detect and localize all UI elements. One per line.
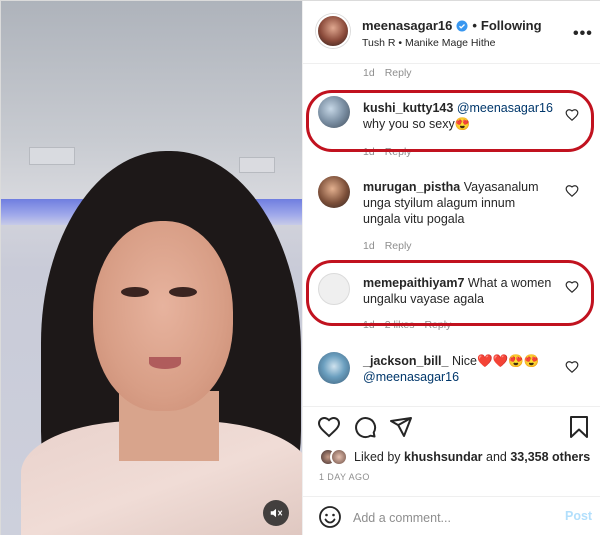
comment-bubble-icon[interactable]	[353, 415, 377, 439]
commenter-avatar[interactable]	[318, 176, 350, 208]
commenter-username[interactable]: murugan_pistha	[363, 180, 460, 194]
speaker-muted-icon	[270, 508, 283, 518]
heart-icon[interactable]	[565, 184, 579, 198]
comments-list[interactable]: 1d Reply kushi_kutty143 @meenasagar16 why…	[303, 64, 600, 406]
post-comment-button[interactable]: Post	[565, 509, 592, 523]
comment-meta: 1d Reply	[363, 67, 412, 79]
reply-link[interactable]: Reply	[385, 67, 412, 79]
post-side-panel: meenasagar16 • Following Tush R • Manike…	[302, 1, 600, 535]
share-send-icon[interactable]	[389, 415, 413, 439]
author-avatar[interactable]	[316, 14, 350, 48]
following-button[interactable]: Following	[481, 18, 542, 33]
post-subtitle[interactable]: Tush R • Manike Mage Hithe	[362, 37, 495, 49]
emoji-icon[interactable]	[318, 505, 342, 529]
liked-by-row: Liked by khushsundar and 33,358 others	[319, 447, 590, 467]
instagram-post-modal: meenasagar16 • Following Tush R • Manike…	[0, 0, 600, 535]
highlight-circle	[306, 90, 594, 152]
highlight-circle	[306, 260, 594, 326]
post-actions: Liked by khushsundar and 33,358 others 1…	[303, 406, 600, 496]
post-timestamp[interactable]: 1 DAY AGO	[319, 472, 370, 482]
like-heart-icon[interactable]	[317, 415, 341, 439]
heart-icon[interactable]	[565, 360, 579, 374]
commenter-avatar[interactable]	[318, 352, 350, 384]
more-options-icon[interactable]: •••	[573, 25, 593, 43]
comment-emojis: ❤️❤️😍😍	[476, 354, 540, 368]
comment-meta: 1d Reply	[363, 240, 412, 252]
bookmark-icon[interactable]	[567, 415, 591, 439]
mute-button[interactable]	[263, 500, 289, 526]
comment-text: Nice	[451, 354, 477, 368]
add-comment-bar: Post	[303, 496, 600, 535]
liked-by-user-link[interactable]: khushsundar	[404, 450, 483, 464]
liker-avatar[interactable]	[330, 448, 348, 466]
author-username[interactable]: meenasagar16	[362, 18, 452, 33]
post-media[interactable]	[1, 1, 302, 535]
mention-link[interactable]: @meenasagar16	[363, 370, 459, 384]
verified-badge-icon	[456, 20, 468, 31]
commenter-username[interactable]: _jackson_bill_	[363, 354, 448, 368]
others-likes-link[interactable]: 33,358 others	[510, 450, 590, 464]
reply-link[interactable]: Reply	[385, 240, 412, 252]
post-header: meenasagar16 • Following Tush R • Manike…	[303, 1, 600, 64]
comment-input[interactable]	[353, 509, 543, 527]
